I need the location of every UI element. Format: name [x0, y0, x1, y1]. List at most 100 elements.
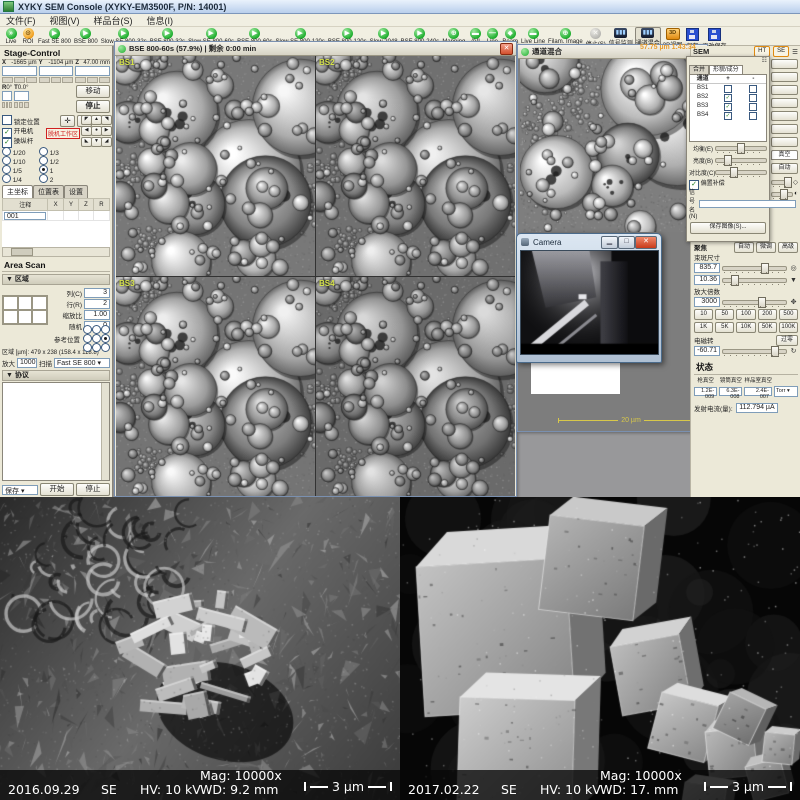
quadrant-bs2[interactable]: BS2 [316, 56, 515, 276]
mag-preset-100[interactable]: 100 [736, 309, 755, 320]
mag-preset-50[interactable]: 50 [715, 309, 734, 320]
speed-radio-1-3[interactable] [39, 147, 48, 156]
area-field-行(R)[interactable]: 2 [84, 299, 110, 309]
stage-r-input[interactable] [2, 91, 12, 101]
mix-slider-均衡(E)[interactable] [715, 143, 767, 153]
ref-position-radio[interactable] [83, 325, 92, 334]
protocol-list[interactable] [2, 382, 110, 481]
stage-nav-button[interactable]: ▶ [101, 126, 112, 136]
rotation-slider[interactable] [722, 346, 787, 356]
speed-radio-1-20[interactable] [2, 147, 11, 156]
nudge-button[interactable] [87, 77, 98, 83]
quadrant-bs4[interactable]: BS4 [316, 277, 515, 497]
nudge-button[interactable] [6, 102, 9, 108]
rotate-icon[interactable]: ↻ [789, 347, 798, 355]
mix-slider-对比度(C)[interactable] [715, 167, 767, 177]
stage-move-button[interactable]: 移动 [76, 85, 110, 98]
spot-size-slider[interactable] [722, 263, 787, 273]
nudge-button[interactable] [75, 77, 86, 83]
nudge-button[interactable] [51, 77, 62, 83]
center-stage-button[interactable]: ✛ [60, 115, 75, 127]
stage-stop-button[interactable]: 停止 [76, 100, 110, 113]
ref-position-radio[interactable] [92, 334, 101, 343]
toolbar-button-bse-800[interactable]: ▶BSE 800 [74, 28, 98, 45]
channel-row-BS3[interactable]: BS3✓ [690, 102, 766, 111]
mag-preset-500[interactable]: 500 [779, 309, 798, 320]
speed-radio-1-4[interactable] [2, 174, 11, 183]
nudge-button[interactable] [26, 77, 37, 83]
ref-position-radio[interactable] [101, 334, 110, 343]
magnification-value[interactable]: 3000 [694, 297, 720, 307]
channel-minus-checkbox[interactable] [749, 112, 757, 120]
toolbar-button-fast-se-800[interactable]: ▶Fast SE 800 [38, 28, 71, 45]
panel-fragment-button[interactable] [771, 137, 798, 147]
ref-position-radio[interactable] [92, 343, 101, 352]
protocol-vscrollbar[interactable] [101, 383, 109, 480]
auto-button[interactable]: 自动 [771, 163, 798, 174]
speed-radio-1-2[interactable] [39, 156, 48, 165]
toolbar-button-live[interactable]: »Live [4, 28, 18, 45]
mag-preset-1K[interactable]: 1K [694, 322, 713, 333]
stage-tab-设置[interactable]: 设置 [64, 185, 88, 198]
rotation-value[interactable]: -60.71 [694, 346, 720, 356]
focus-button-微调[interactable]: 微调 [756, 242, 776, 253]
area-stop-button[interactable]: 停止 [76, 483, 110, 496]
protocol-save-select[interactable]: 保存 ▾ [2, 485, 38, 495]
strip-slider[interactable] [771, 189, 793, 199]
nudge-button[interactable] [9, 102, 12, 108]
mag-preset-10[interactable]: 10 [694, 309, 713, 320]
channel-minus-checkbox[interactable] [749, 94, 757, 102]
checkbox-锁定位置[interactable] [2, 115, 12, 125]
mag-preset-5K[interactable]: 5K [715, 322, 734, 333]
mag-preset-200[interactable]: 200 [758, 309, 777, 320]
dropdown-icon[interactable]: ▼ [789, 277, 798, 284]
nudge-button[interactable] [39, 77, 50, 83]
speed-radio-1-5[interactable] [2, 165, 11, 174]
spot-size-value[interactable]: 835.7 [694, 263, 720, 273]
ref-position-radio[interactable] [92, 325, 101, 334]
mix-tab-形貌/成分[interactable]: 形貌/成分 [709, 65, 743, 74]
column-header[interactable]: Z [79, 199, 94, 211]
column-header[interactable]: X [48, 199, 63, 211]
column-header[interactable]: 注释 [3, 199, 48, 211]
menu-item-0[interactable]: 文件(F) [6, 14, 36, 27]
panel-fragment-button[interactable] [771, 124, 798, 134]
focus-wheel-icon[interactable]: ◎ [789, 264, 798, 272]
list-icon[interactable]: ☷ [762, 58, 767, 65]
panel-fragment-button[interactable] [771, 111, 798, 121]
area-field-缩放比[interactable]: 1.00 [84, 310, 110, 320]
area-scan-select[interactable]: Fast SE 800 ▾ [54, 358, 110, 368]
menu-item-2[interactable]: 样品台(S) [94, 14, 133, 27]
menu-item-3[interactable]: 信息(I) [147, 14, 174, 27]
area-section-bar[interactable]: ▼ 区域 [2, 274, 110, 285]
protocol-section-bar[interactable]: ▼ 协议 [2, 370, 110, 381]
panel-fragment-button[interactable] [771, 85, 798, 95]
nudge-button[interactable] [2, 77, 13, 83]
fine-focus-slider[interactable] [722, 275, 787, 285]
focus-button-高级[interactable]: 高级 [778, 242, 798, 253]
stage-t-input[interactable] [14, 91, 28, 101]
camera-titlebar[interactable]: Camera ▁□✕ [517, 234, 661, 250]
main-window-titlebar[interactable]: BSE 800-60s (57.9%) | 剩余 0:00 min ✕ [115, 42, 516, 56]
channel-row-BS2[interactable]: BS2✓ [690, 93, 766, 102]
area-field-列(C)[interactable]: 3 [84, 288, 110, 298]
speed-radio-2[interactable] [39, 174, 48, 183]
channel-row-BS4[interactable]: BS4✓ [690, 111, 766, 120]
magnification-slider[interactable] [722, 297, 787, 307]
vacuum-unit-select[interactable]: Torr ▾ [774, 386, 798, 397]
strip-slider[interactable] [771, 177, 792, 187]
mag-preset-50K[interactable]: 50K [758, 322, 777, 333]
minimize-icon[interactable]: ▁ [601, 236, 618, 249]
nudge-button[interactable] [14, 77, 25, 83]
save-image-button[interactable]: 保存图像(S)... [690, 222, 766, 234]
ref-position-radio[interactable] [83, 334, 92, 343]
nudge-button[interactable] [62, 77, 73, 83]
channel-plus-checkbox[interactable]: ✓ [724, 103, 732, 111]
toolbar-button-roi[interactable]: ⊙ROI [21, 28, 35, 45]
signal-name-input[interactable] [699, 200, 796, 208]
position-table[interactable]: 注释XYZR 001 [2, 198, 110, 247]
channel-minus-checkbox[interactable] [749, 103, 757, 111]
table-row[interactable]: 001 [3, 211, 110, 221]
nudge-button[interactable] [19, 102, 23, 108]
stage-nav-button[interactable]: ◥ [101, 115, 112, 125]
